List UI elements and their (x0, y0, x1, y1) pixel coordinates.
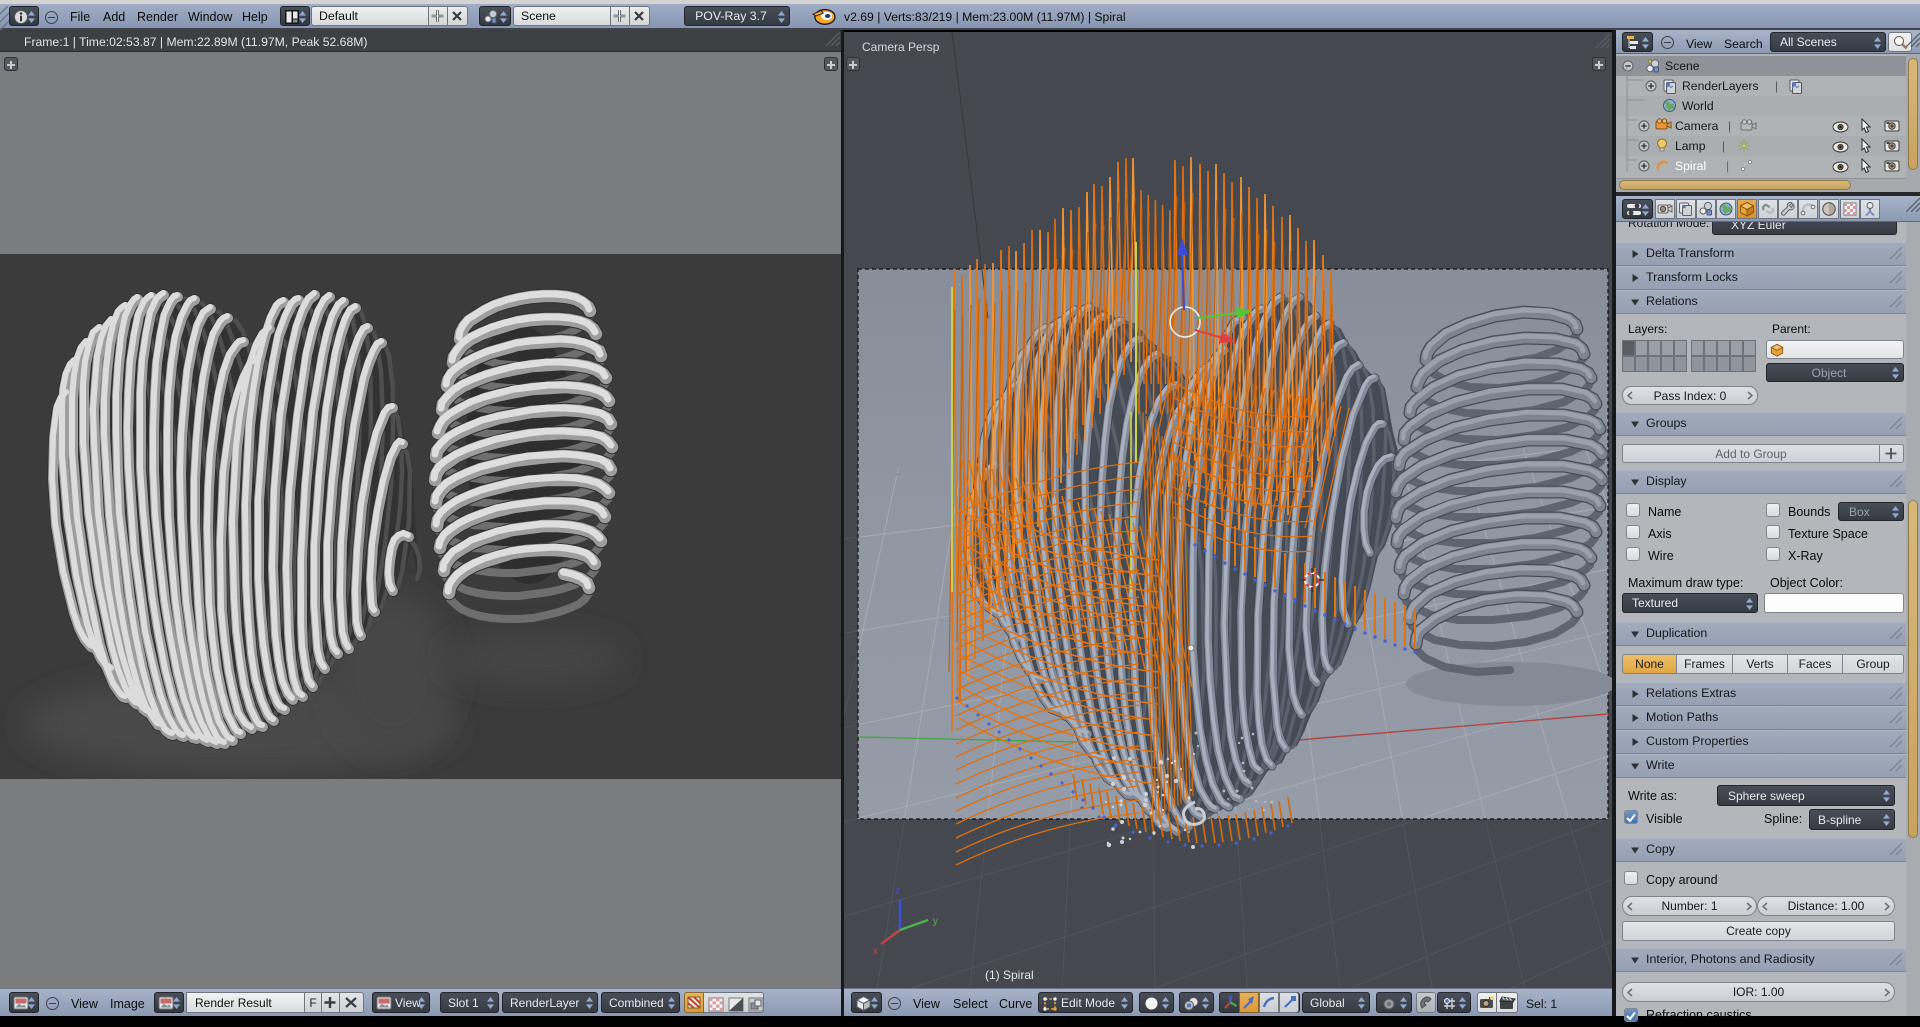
svg-text:x: x (873, 946, 878, 957)
svg-text:y: y (933, 916, 938, 927)
svg-text:z: z (895, 886, 900, 897)
